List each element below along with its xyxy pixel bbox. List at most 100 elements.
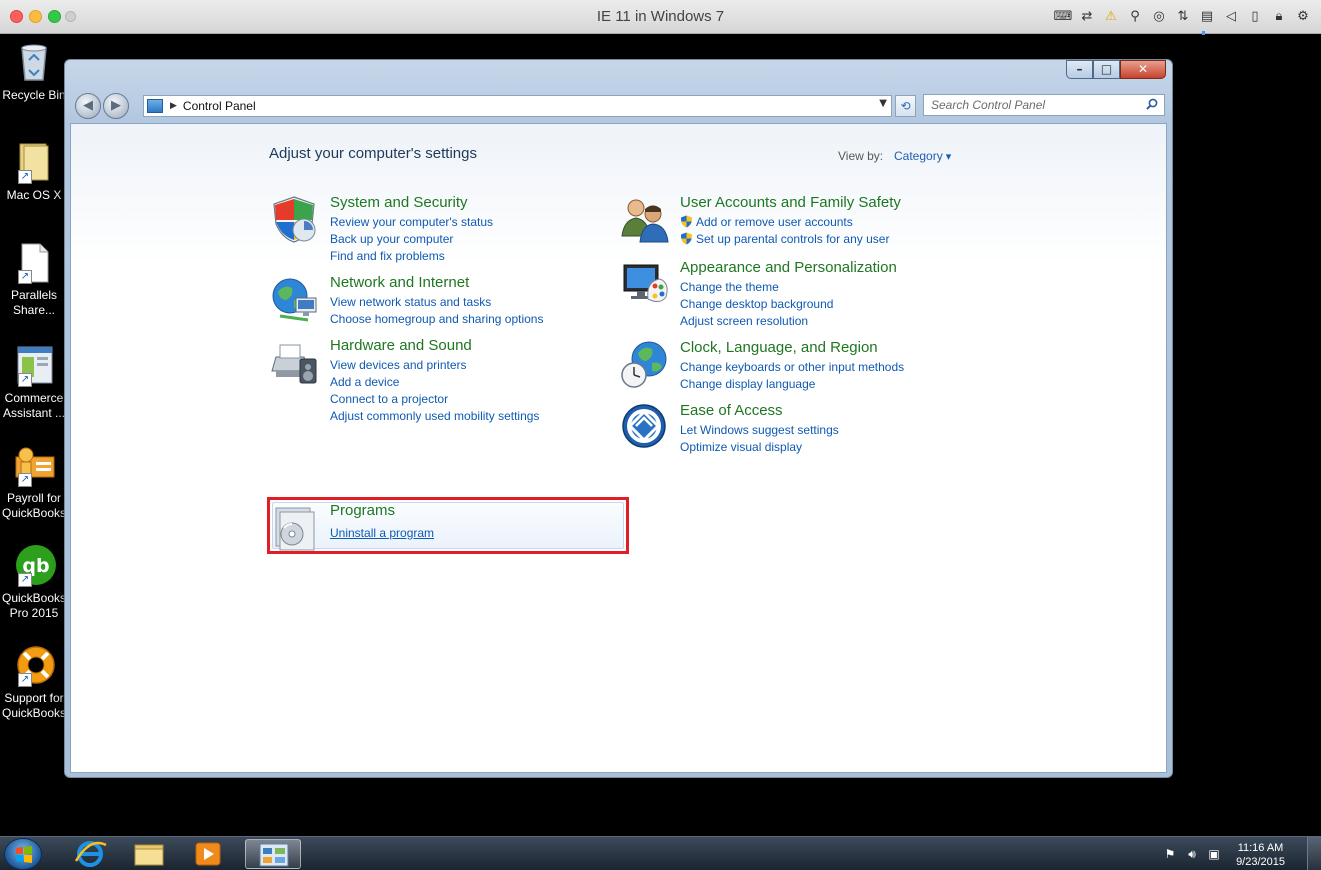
monitor-palette-icon[interactable]: [620, 259, 670, 309]
link-keyboards-input[interactable]: Change keyboards or other input methods: [680, 359, 904, 376]
category-links: Review your computer's status Back up yo…: [330, 214, 493, 265]
link-desktop-background[interactable]: Change desktop background: [680, 296, 833, 313]
breadcrumb-control-panel[interactable]: Control Panel: [183, 99, 256, 113]
category-title[interactable]: System and Security: [330, 194, 468, 211]
desktop-icon-mac-os-x[interactable]: ↗ Mac OS X: [0, 140, 68, 203]
link-display-language[interactable]: Change display language: [680, 376, 904, 393]
window-controls: – □ ✕: [1066, 60, 1166, 79]
shield-icon[interactable]: [270, 194, 320, 244]
ease-of-access-icon[interactable]: [620, 402, 670, 452]
desktop-icon-quickbooks-pro[interactable]: qb ↗ QuickBooks Pro 2015: [0, 543, 68, 621]
shortcut-arrow-icon: ↗: [18, 573, 32, 587]
category-links: Let Windows suggest settings Optimize vi…: [680, 422, 839, 456]
link-devices-printers[interactable]: View devices and printers: [330, 357, 539, 374]
desktop-icon-payroll[interactable]: ↗ Payroll for QuickBooks: [0, 443, 68, 521]
link-suggest-settings[interactable]: Let Windows suggest settings: [680, 422, 839, 439]
link-row: Add or remove user accounts: [680, 214, 889, 231]
breadcrumb-arrow-icon[interactable]: ▶: [170, 101, 177, 111]
link-add-device[interactable]: Add a device: [330, 374, 539, 391]
usb-icon[interactable]: ⚲: [1127, 7, 1143, 25]
network-icon[interactable]: ▣: [1207, 847, 1221, 861]
folder-icon: [134, 844, 164, 866]
maximize-button[interactable]: □: [1093, 60, 1120, 79]
clock-globe-icon[interactable]: [620, 339, 670, 389]
phone-icon[interactable]: ▯: [1247, 7, 1263, 25]
warning-icon[interactable]: ⚠: [1103, 7, 1119, 25]
category-title[interactable]: Ease of Access: [680, 402, 783, 419]
close-button[interactable]: ✕: [1120, 60, 1166, 79]
desktop-icon-label: Recycle Bin: [2, 88, 66, 102]
shortcut-arrow-icon: ↗: [18, 170, 32, 184]
document-icon: ↗: [12, 240, 56, 284]
keyboard-icon[interactable]: ⌨: [1054, 7, 1073, 25]
recycle-bin-icon: [12, 40, 56, 84]
quickbooks-logo-icon: qb ↗: [12, 543, 56, 587]
category-title[interactable]: Network and Internet: [330, 274, 469, 291]
category-title[interactable]: Appearance and Personalization: [680, 259, 897, 276]
volume-icon[interactable]: 🔊︎: [1185, 847, 1199, 861]
internet-explorer-icon: [74, 841, 107, 867]
taskbar-internet-explorer[interactable]: [62, 839, 118, 869]
taskbar-control-panel[interactable]: [245, 839, 301, 869]
link-back-up[interactable]: Back up your computer: [330, 231, 493, 248]
link-projector[interactable]: Connect to a projector: [330, 391, 539, 408]
lock-icon[interactable]: 🔒︎: [1271, 7, 1287, 25]
link-review-status[interactable]: Review your computer's status: [330, 214, 493, 231]
taskbar-media-player[interactable]: [180, 839, 236, 869]
show-desktop-button[interactable]: [1307, 837, 1321, 870]
category-links: Change keyboards or other input methods …: [680, 359, 904, 393]
control-panel-content: Adjust your computer's settings View by:…: [70, 123, 1167, 773]
printer-icon[interactable]: ▤: [1199, 7, 1215, 25]
view-by-label: View by:: [838, 149, 884, 163]
address-dropdown-icon[interactable]: ▼: [879, 98, 887, 109]
category-title[interactable]: Hardware and Sound: [330, 337, 472, 354]
highlight-annotation: [267, 497, 629, 554]
desktop-icon-label: Commerce Assistant ...: [2, 391, 66, 420]
search-input[interactable]: Search Control Panel: [923, 94, 1165, 116]
start-button[interactable]: [4, 838, 42, 870]
host-title-bar: IE 11 in Windows 7 ⌨ ⇄ ⚠ ⚲ ◎ ⇅ ▤ ◁ ▯ 🔒︎ …: [0, 0, 1321, 35]
link-mobility[interactable]: Adjust commonly used mobility settings: [330, 408, 539, 425]
payroll-icon: ↗: [12, 443, 56, 487]
shortcut-arrow-icon: ↗: [18, 673, 32, 687]
shortcut-arrow-icon: ↗: [18, 473, 32, 487]
view-by-dropdown[interactable]: Category: [894, 149, 951, 163]
desktop-icon-label: Payroll for QuickBooks: [1, 491, 67, 520]
desktop-icon-parallels-shared[interactable]: ↗ Parallels Share...: [0, 240, 68, 318]
category-title[interactable]: Clock, Language, and Region: [680, 339, 878, 356]
network-icon[interactable]: ⇅: [1175, 7, 1191, 25]
link-add-remove-accounts[interactable]: Add or remove user accounts: [696, 215, 853, 229]
disc-icon[interactable]: ◎: [1151, 7, 1167, 25]
taskbar-windows-explorer[interactable]: [121, 839, 177, 869]
refresh-button[interactable]: ⟲: [895, 95, 916, 117]
minimize-button[interactable]: –: [1066, 60, 1093, 79]
search-icon[interactable]: [1146, 98, 1158, 110]
back-button[interactable]: ◀: [75, 93, 101, 119]
clock[interactable]: 11:16 AM 9/23/2015: [1236, 841, 1285, 869]
forward-button[interactable]: ▶: [103, 93, 129, 119]
desktop-icon-commerce-assistant[interactable]: ↗ Commerce Assistant ...: [0, 343, 68, 421]
users-icon[interactable]: [620, 194, 670, 244]
share-icon[interactable]: ⇄: [1079, 7, 1095, 25]
printer-speaker-icon[interactable]: [270, 337, 320, 387]
link-network-status[interactable]: View network status and tasks: [330, 294, 543, 311]
desktop-icon-support[interactable]: ↗ Support for QuickBooks: [0, 643, 68, 721]
link-screen-resolution[interactable]: Adjust screen resolution: [680, 313, 833, 330]
gear-icon[interactable]: ⚙: [1295, 7, 1311, 25]
desktop-icon-label: Support for QuickBooks: [1, 691, 67, 720]
link-optimize-visual[interactable]: Optimize visual display: [680, 439, 839, 456]
link-change-theme[interactable]: Change the theme: [680, 279, 833, 296]
link-parental-controls[interactable]: Set up parental controls for any user: [696, 232, 889, 246]
action-center-flag-icon[interactable]: ⚑: [1163, 847, 1177, 861]
lifebuoy-icon: ↗: [12, 643, 56, 687]
network-globe-icon[interactable]: [270, 274, 320, 324]
clock-date: 9/23/2015: [1236, 856, 1285, 868]
address-bar[interactable]: ▶ Control Panel ▼: [143, 95, 892, 117]
category-title[interactable]: User Accounts and Family Safety: [680, 194, 901, 211]
page-title: Adjust your computer's settings: [269, 145, 477, 162]
sound-icon[interactable]: ◁: [1223, 7, 1239, 25]
link-find-fix[interactable]: Find and fix problems: [330, 248, 493, 265]
link-homegroup[interactable]: Choose homegroup and sharing options: [330, 311, 543, 328]
desktop-icon-recycle-bin[interactable]: Recycle Bin: [0, 40, 68, 103]
control-panel-icon: [259, 843, 289, 867]
